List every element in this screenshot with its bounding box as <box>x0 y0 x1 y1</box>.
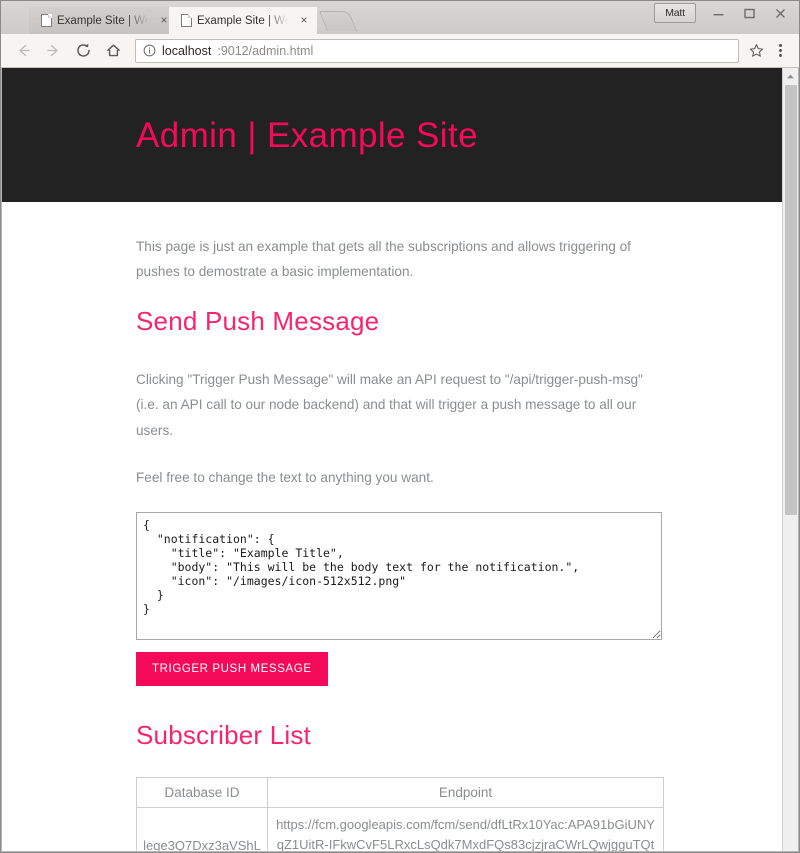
browser-tab-title: Example Site | Web P <box>57 14 152 27</box>
column-header-endpoint: Endpoint <box>267 776 664 808</box>
browser-tab-1[interactable]: Example Site | Web P × <box>29 7 177 34</box>
subscriber-list-heading: Subscriber List <box>136 719 311 750</box>
page-content: This page is just an example that gets a… <box>2 202 782 851</box>
browser-window: Example Site | Web P × Example Site | We… <box>0 0 800 853</box>
trigger-push-message-button[interactable]: TRIGGER PUSH MESSAGE <box>136 651 328 686</box>
chevron-up-icon[interactable] <box>782 68 798 85</box>
cell-database-id: lege3Q7Dxz3aVShL <box>136 806 268 851</box>
table-header-row: Database ID Endpoint <box>136 776 664 808</box>
intro-paragraph: This page is just an example that gets a… <box>136 239 631 280</box>
window-controls: Matt <box>654 3 795 23</box>
info-circle-icon[interactable] <box>143 44 156 57</box>
tab-strip: Example Site | Web P × Example Site | We… <box>1 1 799 34</box>
site-header-banner: Admin | Example Site <box>2 68 782 202</box>
tab-close-icon[interactable]: × <box>297 13 311 28</box>
column-header-database-id: Database ID <box>136 776 268 808</box>
web-page: Admin | Example Site This page is just a… <box>2 68 782 851</box>
kebab-menu-icon[interactable] <box>769 38 791 64</box>
star-icon[interactable] <box>745 40 767 62</box>
user-profile-chip[interactable]: Matt <box>654 3 696 23</box>
table-row: lege3Q7Dxz3aVShL https://fcm.googleapis.… <box>136 806 664 851</box>
address-bar[interactable]: localhost :9012/admin.html <box>135 38 739 63</box>
browser-tab-title: Example Site | Web P <box>197 14 292 27</box>
scrollbar-track[interactable] <box>782 85 798 851</box>
reload-icon[interactable] <box>69 37 97 65</box>
back-arrow-icon[interactable] <box>9 37 37 65</box>
send-push-heading: Send Push Message <box>136 306 380 337</box>
push-payload-textarea[interactable] <box>136 511 662 640</box>
close-icon[interactable] <box>766 3 795 23</box>
home-icon[interactable] <box>99 37 127 65</box>
send-push-hint: Feel free to change the text to anything… <box>136 469 434 485</box>
send-push-description: Clicking "Trigger Push Message" will mak… <box>136 372 643 438</box>
maximize-icon[interactable] <box>735 3 764 23</box>
new-tab-button[interactable] <box>318 11 358 31</box>
scrollbar-thumb[interactable] <box>784 85 797 515</box>
browser-viewport: Admin | Example Site This page is just a… <box>1 68 799 852</box>
cell-endpoint: https://fcm.googleapis.com/fcm/send/dfLt… <box>267 806 664 851</box>
subscriber-table: Database ID Endpoint lege3Q7Dxz3aVShL ht… <box>136 776 664 851</box>
page-icon <box>181 14 192 27</box>
browser-tab-2[interactable]: Example Site | Web P × <box>169 7 317 34</box>
page-icon <box>41 14 52 27</box>
url-host: localhost <box>162 43 212 58</box>
minimize-icon[interactable] <box>704 3 733 23</box>
page-scrollbar[interactable] <box>782 68 798 851</box>
url-path: :9012/admin.html <box>217 43 314 58</box>
browser-toolbar: localhost :9012/admin.html <box>1 34 799 68</box>
forward-arrow-icon[interactable] <box>39 37 67 65</box>
page-title: Admin | Example Site <box>136 115 478 155</box>
